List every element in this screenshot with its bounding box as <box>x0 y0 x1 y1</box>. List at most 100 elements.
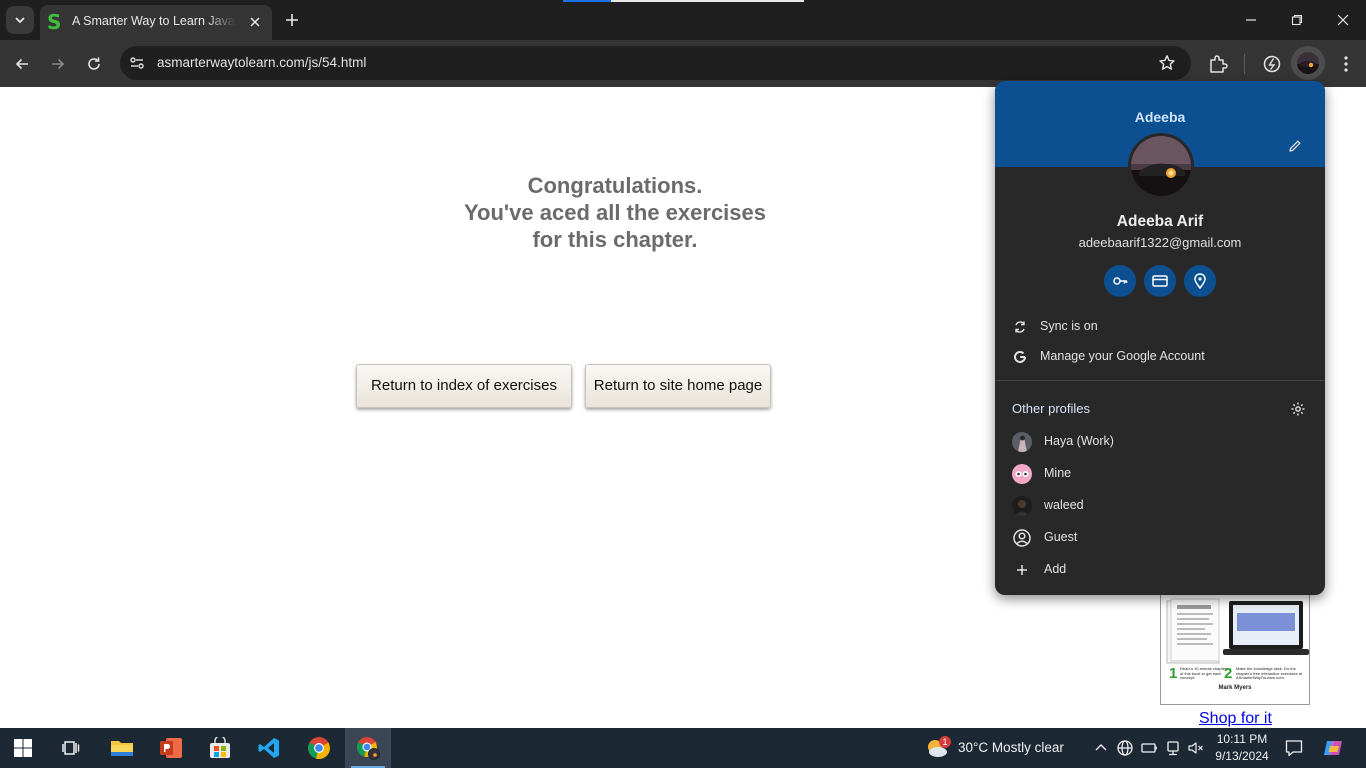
ad-author: Mark Myers <box>1218 685 1252 691</box>
task-view-icon <box>62 741 80 755</box>
profile-full-name: Adeeba Arif <box>1116 213 1204 230</box>
site-favicon: S <box>47 10 62 34</box>
site-info-icon[interactable] <box>128 54 146 72</box>
reload-button[interactable] <box>82 52 106 76</box>
powerpoint-icon <box>160 738 182 758</box>
add-profile-label: Add <box>1044 562 1067 576</box>
congrats-line: You've aced all the exercises <box>464 200 766 225</box>
menu-divider <box>995 380 1325 381</box>
powerpoint-button[interactable] <box>148 728 194 768</box>
profile-menu: Adeeba Adeeba Arif adeebaarif1322@gmail.… <box>995 81 1325 595</box>
restore-button[interactable] <box>1274 0 1320 40</box>
tab-strip: S A Smarter Way to Learn JavaScript <box>0 0 1366 40</box>
add-profile-row[interactable]: Add <box>995 553 1325 585</box>
congrats-message: Congratulations. You've aced all the exe… <box>415 172 815 253</box>
extensions-icon[interactable] <box>1207 53 1229 75</box>
arrow-right-icon <box>52 58 65 70</box>
windows-logo-icon <box>14 739 32 757</box>
chevron-down-icon <box>15 17 25 24</box>
clock-time: 10:11 PM <box>1216 732 1268 746</box>
google-g-icon <box>1014 350 1026 363</box>
store-button[interactable] <box>197 728 243 768</box>
chrome-profile-button[interactable] <box>345 728 391 768</box>
return-home-button[interactable]: Return to site home page <box>585 364 771 408</box>
menu-kebab-icon[interactable] <box>1335 53 1357 75</box>
congrats-line: for this chapter. <box>532 227 698 252</box>
shop-link[interactable]: Shop for it <box>1199 710 1272 728</box>
profile-item-label: Mine <box>1044 466 1072 480</box>
manage-account-row[interactable]: Manage your Google Account <box>995 342 1325 372</box>
clock-date: 9/13/2024 <box>1215 749 1269 763</box>
close-icon[interactable] <box>246 13 264 31</box>
profile-banner-name: Adeeba <box>1134 109 1186 125</box>
chrome-button[interactable] <box>296 728 342 768</box>
back-button[interactable] <box>10 52 34 76</box>
folder-icon <box>111 741 133 756</box>
volume-muted-icon[interactable] <box>1187 739 1205 757</box>
gear-icon[interactable] <box>1290 401 1306 417</box>
new-tab-icon[interactable] <box>282 10 302 30</box>
location-pin-icon <box>1194 273 1206 290</box>
battery-icon[interactable] <box>1140 739 1158 757</box>
plus-icon <box>1012 560 1032 580</box>
close-window-button[interactable] <box>1320 0 1366 40</box>
profile-avatar-mine <box>1012 464 1032 484</box>
browser-tab[interactable]: S A Smarter Way to Learn JavaScript <box>40 5 272 40</box>
addresses-button[interactable] <box>1184 265 1216 297</box>
profile-item-label: waleed <box>1044 498 1084 512</box>
profile-avatar-haya <box>1012 432 1032 452</box>
notifications-icon[interactable] <box>1284 738 1304 758</box>
arrow-left-icon <box>15 58 28 70</box>
taskbar: 1 30°C Mostly clear 10:11 PM 9/13/2024 <box>0 728 1366 768</box>
manage-account-label: Manage your Google Account <box>1040 349 1205 363</box>
passwords-button[interactable] <box>1104 265 1136 297</box>
sync-status-row[interactable]: Sync is on <box>995 312 1325 342</box>
profile-button[interactable] <box>1291 46 1325 80</box>
book-ad[interactable]: 1 Read a 10-minute chapter of this book … <box>1160 594 1310 705</box>
reload-icon <box>88 57 100 70</box>
tab-indicator-strip <box>563 0 611 2</box>
profile-avatar <box>1297 52 1319 74</box>
language-globe-icon[interactable] <box>1116 739 1134 757</box>
profile-item-label: Haya (Work) <box>1044 434 1114 448</box>
guest-icon <box>1012 528 1032 548</box>
weather-widget[interactable]: 1 30°C Mostly clear <box>925 735 1075 761</box>
bookmark-star-icon[interactable] <box>1158 54 1176 72</box>
ad-step1-text: Read a 10-minute chapter of this book to… <box>1180 667 1227 680</box>
profile-email: adeebaarif1322@gmail.com <box>1078 235 1242 250</box>
profile-item-mine[interactable]: Mine <box>995 457 1325 489</box>
profile-item-haya[interactable]: Haya (Work) <box>995 425 1325 457</box>
payment-methods-button[interactable] <box>1144 265 1176 297</box>
ad-step1-num: 1 <box>1169 665 1178 682</box>
profile-item-guest[interactable]: Guest <box>995 521 1325 553</box>
close-icon <box>1337 14 1349 26</box>
ad-step2-text: Make the knowledge stick. Do the chapter… <box>1236 667 1302 680</box>
task-view-button[interactable] <box>48 728 94 768</box>
profile-avatar-waleed <box>1012 496 1032 516</box>
sync-status-label: Sync is on <box>1040 319 1098 333</box>
key-icon <box>1113 277 1128 285</box>
address-bar[interactable]: asmarterwaytolearn.com/js/54.html <box>120 46 1191 80</box>
chevron-up-icon[interactable] <box>1092 739 1110 757</box>
store-icon <box>210 737 230 758</box>
performance-icon[interactable] <box>1261 53 1283 75</box>
system-clock[interactable]: 10:11 PM 9/13/2024 <box>1210 731 1274 765</box>
browser-toolbar: asmarterwaytolearn.com/js/54.html <box>0 40 1366 87</box>
edit-pencil-icon[interactable] <box>1287 138 1303 154</box>
copilot-icon[interactable] <box>1322 737 1344 759</box>
network-icon[interactable] <box>1164 739 1182 757</box>
congrats-line: Congratulations. <box>527 173 703 198</box>
chrome-icon <box>308 737 330 760</box>
forward-button[interactable] <box>46 52 70 76</box>
url-text[interactable]: asmarterwaytolearn.com/js/54.html <box>157 55 366 70</box>
start-button[interactable] <box>0 728 46 768</box>
profile-item-waleed[interactable]: waleed <box>995 489 1325 521</box>
return-index-button[interactable]: Return to index of exercises <box>356 364 572 408</box>
file-explorer-button[interactable] <box>99 728 145 768</box>
minimize-button[interactable] <box>1228 0 1274 40</box>
sync-icon <box>1015 321 1025 333</box>
tab-search-button[interactable] <box>6 6 34 34</box>
ad-step2-num: 2 <box>1224 665 1233 682</box>
vscode-button[interactable] <box>246 728 292 768</box>
weather-text: 30°C Mostly clear <box>958 740 1064 755</box>
